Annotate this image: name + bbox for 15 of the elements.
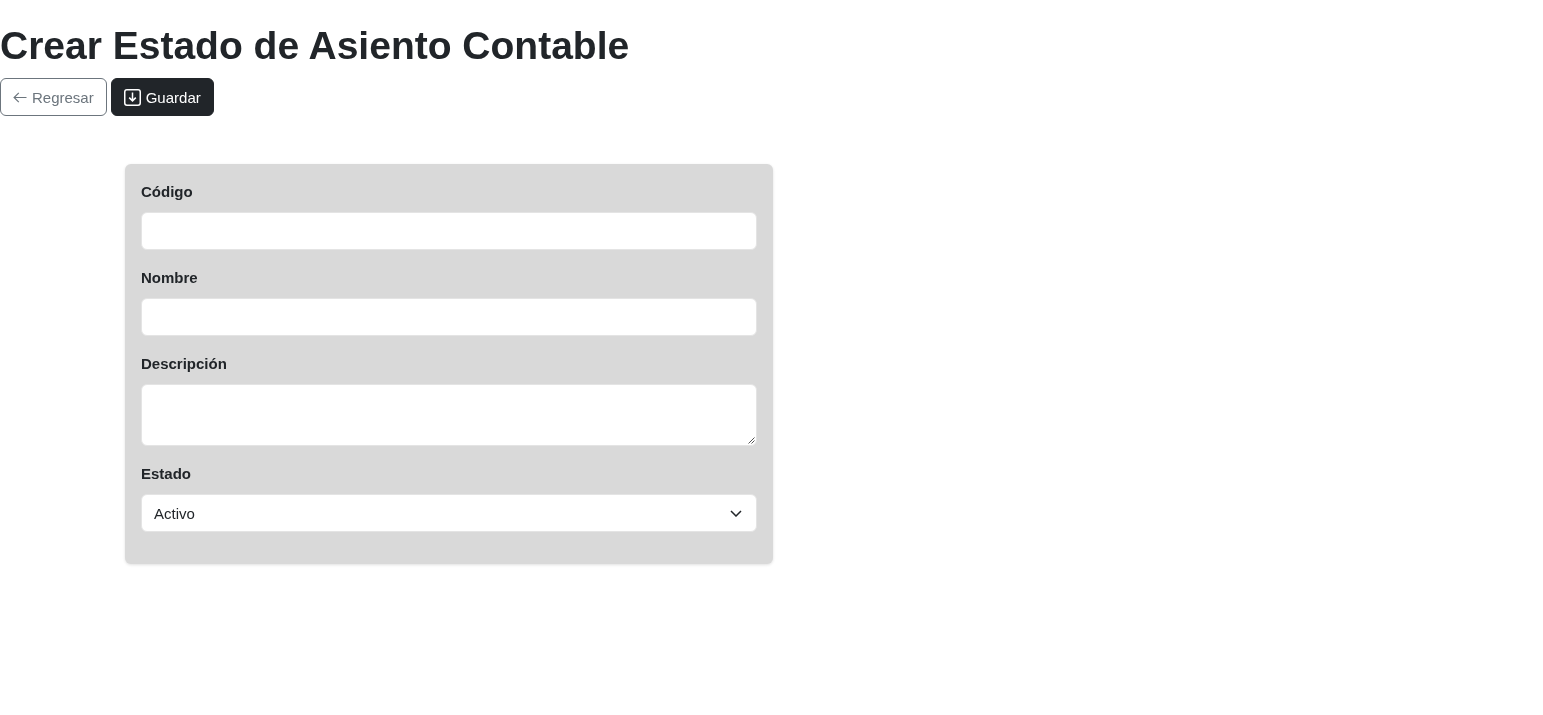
field-label: Estado bbox=[141, 464, 192, 484]
save-button[interactable]: Guardar bbox=[110, 78, 214, 116]
text-input[interactable] bbox=[141, 298, 757, 336]
field-label: Nombre bbox=[141, 268, 199, 288]
page-title: Crear Estado de Asiento Contable bbox=[0, 23, 631, 69]
text-input[interactable] bbox=[141, 212, 757, 250]
field-label: Descripción bbox=[141, 354, 228, 374]
textarea-field[interactable] bbox=[141, 384, 757, 446]
resize-grip-icon bbox=[748, 437, 755, 444]
arrow-left-icon bbox=[13, 91, 27, 103]
back-button[interactable]: Regresar bbox=[0, 78, 107, 116]
field-label: Código bbox=[141, 182, 194, 202]
download-icon bbox=[123, 88, 141, 106]
chevron-down-icon bbox=[730, 509, 742, 517]
select-dropdown[interactable]: Activo bbox=[141, 494, 757, 532]
